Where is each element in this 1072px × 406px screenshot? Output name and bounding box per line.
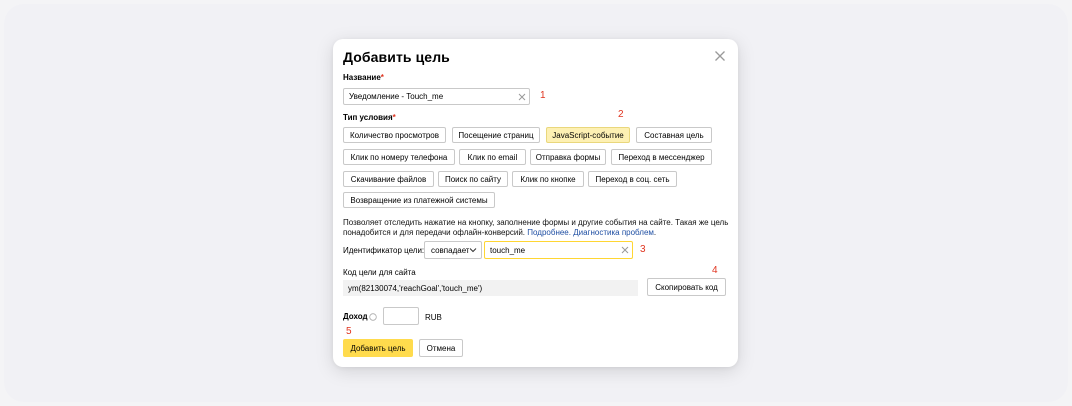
name-label: Название* <box>343 73 384 82</box>
condition-composite[interactable]: Составная цель <box>636 127 712 143</box>
condition-description: Позволяет отследить нажатие на кнопку, з… <box>343 218 729 237</box>
match-select[interactable]: совпадает <box>424 241 482 259</box>
condition-js-event[interactable]: JavaScript-событие <box>546 127 630 143</box>
condition-button-click[interactable]: Клик по кнопке <box>512 171 584 187</box>
add-goal-modal: Добавить цель Название* Уведомление - To… <box>333 39 738 367</box>
condition-messenger[interactable]: Переход в мессенджер <box>611 149 712 165</box>
condition-payment-return[interactable]: Возвращение из платежной системы <box>343 192 495 208</box>
diagnostics-link[interactable]: Диагностика проблем <box>573 228 654 237</box>
condition-email-click[interactable]: Клик по email <box>459 149 526 165</box>
required-mark: * <box>392 113 396 122</box>
chevron-down-icon <box>469 247 481 253</box>
annotation-2: 2 <box>618 109 624 120</box>
condition-page-visit[interactable]: Посещение страниц <box>452 127 540 143</box>
goal-code-box: ym(82130074,'reachGoal','touch_me') <box>343 280 638 296</box>
modal-title: Добавить цель <box>343 49 450 65</box>
annotation-1: 1 <box>540 90 546 101</box>
condition-form-submit[interactable]: Отправка формы <box>530 149 606 165</box>
condition-label: Тип условия* <box>343 113 396 122</box>
name-input-value: Уведомление - Touch_me <box>349 92 444 101</box>
help-icon[interactable] <box>368 312 377 321</box>
clear-icon[interactable] <box>515 89 529 104</box>
required-mark: * <box>380 73 384 82</box>
code-label: Код цели для сайта <box>343 268 416 277</box>
income-label: Доход <box>343 312 377 321</box>
annotation-3: 3 <box>640 244 646 255</box>
name-input[interactable]: Уведомление - Touch_me <box>343 88 530 105</box>
condition-site-search[interactable]: Поиск по сайту <box>438 171 508 187</box>
copy-code-button[interactable]: Скопировать код <box>647 278 726 296</box>
condition-social[interactable]: Переход в соц. сеть <box>588 171 677 187</box>
more-link[interactable]: Подробнее. <box>527 228 571 237</box>
goal-id-input[interactable]: touch_me <box>484 241 633 259</box>
goal-id-input-value: touch_me <box>490 245 526 255</box>
annotation-5: 5 <box>346 326 352 337</box>
income-input[interactable] <box>383 307 419 325</box>
condition-views[interactable]: Количество просмотров <box>343 127 446 143</box>
add-goal-button[interactable]: Добавить цель <box>343 339 413 357</box>
match-select-value: совпадает <box>431 245 469 255</box>
condition-file-download[interactable]: Скачивание файлов <box>343 171 434 187</box>
currency-label: RUB <box>425 313 442 322</box>
condition-phone-click[interactable]: Клик по номеру телефона <box>343 149 455 165</box>
clear-icon[interactable] <box>618 242 632 258</box>
goal-id-label: Идентификатор цели: <box>343 246 425 255</box>
cancel-button[interactable]: Отмена <box>419 339 463 357</box>
annotation-4: 4 <box>712 265 718 276</box>
close-icon[interactable] <box>714 49 726 61</box>
